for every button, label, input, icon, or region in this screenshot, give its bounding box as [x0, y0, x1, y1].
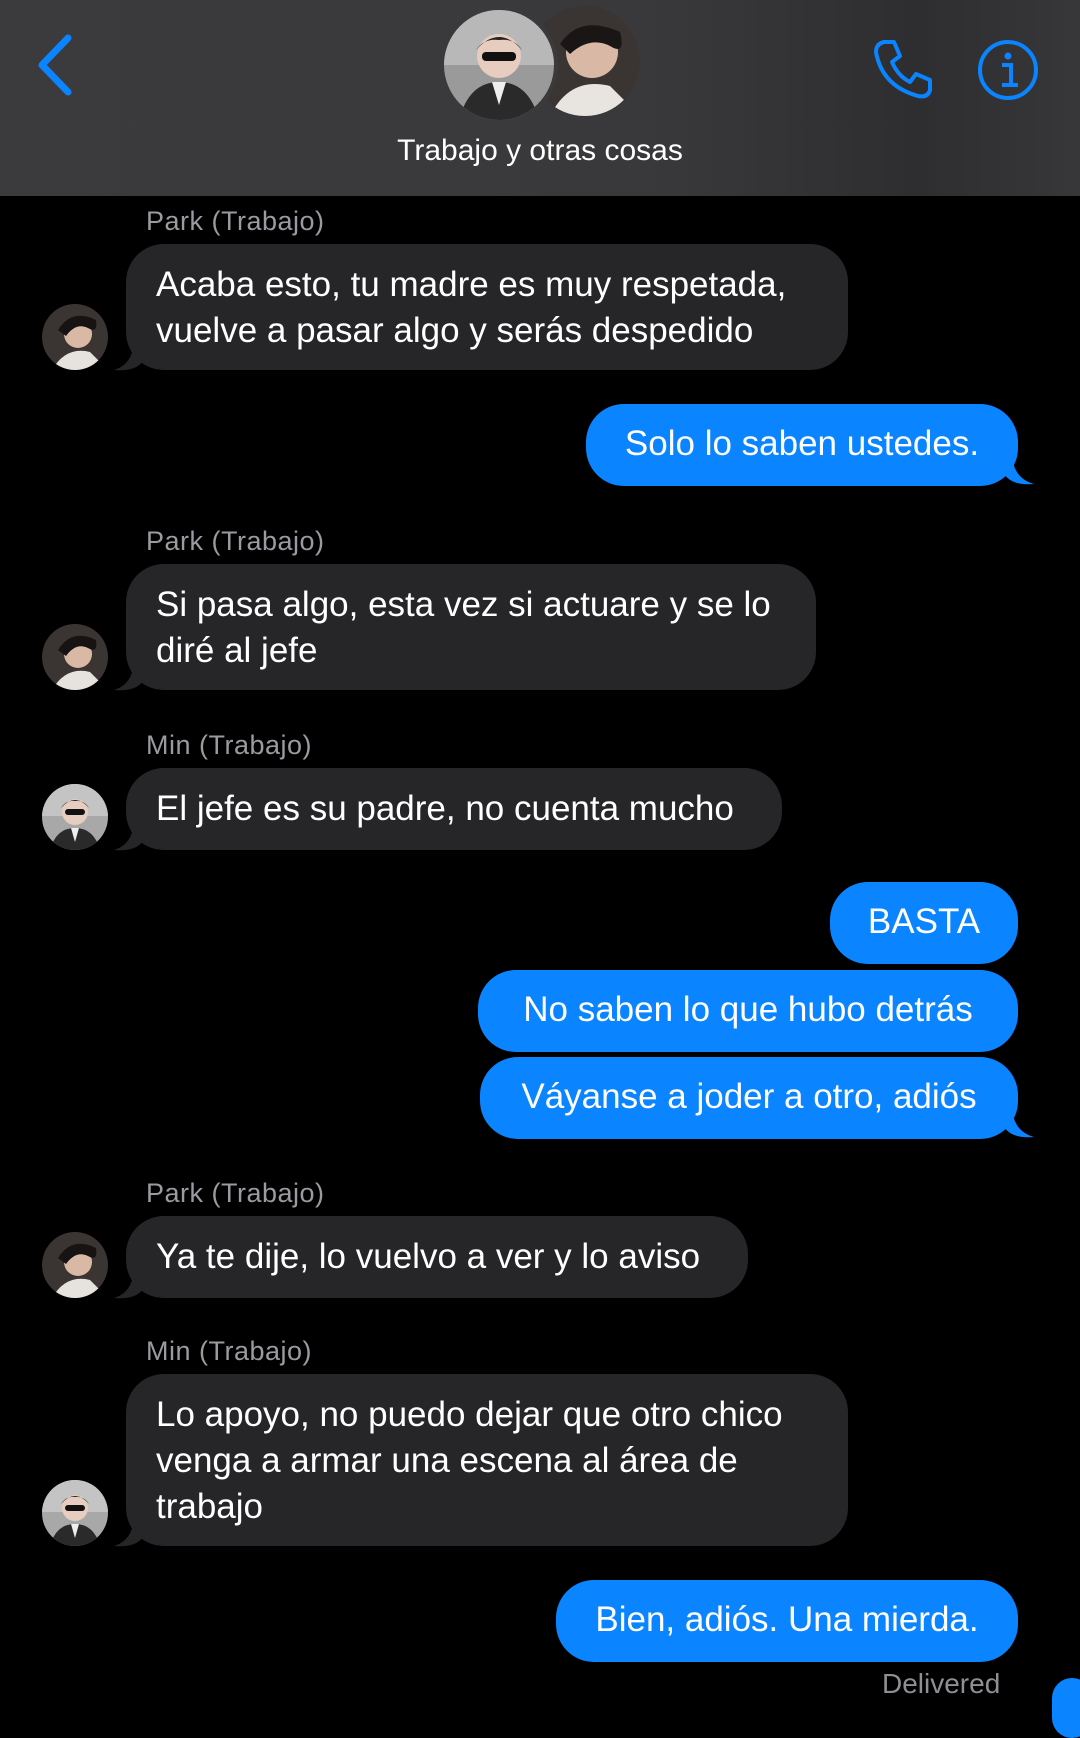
member-avatar-min [440, 6, 558, 124]
message-line: diré al jefe [156, 631, 318, 670]
conversation-header: Trabajo y otras cosas [0, 0, 1080, 196]
incoming-message-bubble[interactable]: Acaba esto, tu madre es muy respetada, v… [126, 244, 848, 370]
sender-label: Park (Trabajo) [146, 206, 325, 236]
message-line: trabajo [156, 1487, 264, 1526]
incoming-message-bubble[interactable]: El jefe es su padre, no cuenta mucho [126, 768, 782, 850]
incoming-message-bubble[interactable]: Lo apoyo, no puedo dejar que otro chico … [126, 1374, 848, 1546]
outgoing-message-bubble[interactable]: Bien, adiós. Una mierda. [556, 1580, 1018, 1662]
sender-label: Min (Trabajo) [146, 730, 313, 760]
conversation-title[interactable]: Trabajo y otras cosas [0, 134, 1080, 168]
avatar-park[interactable] [42, 1232, 108, 1298]
phone-icon [874, 40, 932, 99]
sender-label: Park (Trabajo) [146, 526, 325, 556]
message-line: Lo apoyo, no puedo dejar que otro chico [156, 1395, 783, 1434]
avatar-min[interactable] [42, 784, 108, 850]
delivered-status: Delivered [882, 1668, 1001, 1699]
sender-label: Min (Trabajo) [146, 1336, 313, 1366]
message-line: venga a armar una escena al área de [156, 1441, 738, 1480]
info-button[interactable] [976, 38, 1040, 102]
group-avatar[interactable] [440, 6, 640, 124]
outgoing-message-bubble[interactable]: Váyanse a joder a otro, adiós [480, 1057, 1018, 1139]
call-button[interactable] [870, 36, 936, 102]
outgoing-message-bubble[interactable]: No saben lo que hubo detrás [478, 970, 1018, 1052]
info-icon [978, 40, 1038, 100]
message-line: Acaba esto, tu madre es muy respetada, [156, 265, 787, 304]
scroll-indicator[interactable] [1052, 1678, 1080, 1738]
outgoing-message-bubble[interactable]: BASTA [830, 882, 1018, 964]
message-line: Ya te dije, lo vuelvo a ver y lo aviso [156, 1237, 701, 1276]
sender-label: Park (Trabajo) [146, 1178, 325, 1208]
message-line: vuelve a pasar algo y serás despedido [156, 311, 754, 350]
avatar-park[interactable] [42, 624, 108, 690]
message-line: Si pasa algo, esta vez si actuare y se l… [156, 585, 771, 624]
incoming-message-bubble[interactable]: Si pasa algo, esta vez si actuare y se l… [126, 564, 816, 690]
outgoing-message-bubble[interactable]: Solo lo saben ustedes. [586, 404, 1018, 486]
chevron-left-icon [38, 34, 72, 96]
incoming-message-bubble[interactable]: Ya te dije, lo vuelvo a ver y lo aviso [126, 1216, 748, 1298]
avatar-park[interactable] [42, 304, 108, 370]
avatar-min[interactable] [42, 1480, 108, 1546]
back-button[interactable] [30, 30, 90, 100]
message-line: El jefe es su padre, no cuenta mucho [156, 789, 734, 828]
